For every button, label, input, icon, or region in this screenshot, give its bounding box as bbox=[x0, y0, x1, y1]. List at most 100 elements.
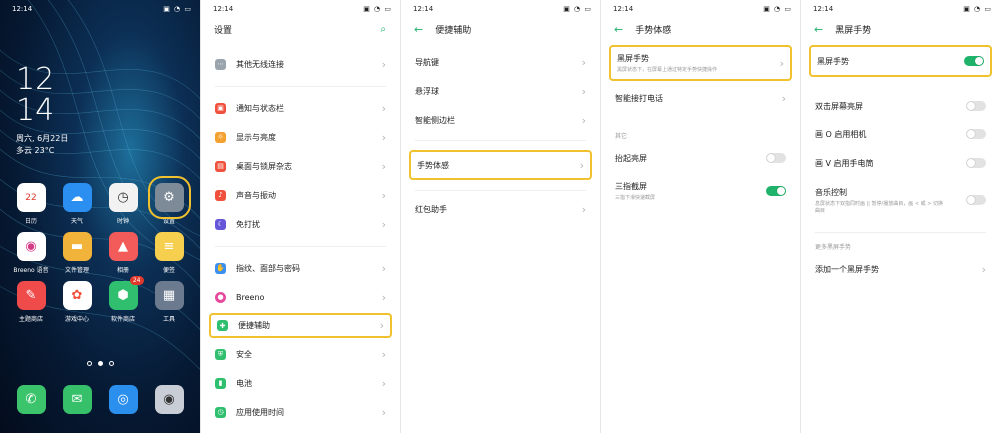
sound-icon: ♪ bbox=[215, 189, 226, 201]
status-time: 12:14 bbox=[413, 5, 434, 13]
assist-item-label: 导航键 bbox=[415, 57, 439, 67]
dock-messages[interactable]: ✉ bbox=[54, 385, 100, 414]
screen-off-main-row[interactable]: 黑屏手势 bbox=[809, 45, 992, 77]
app-store-icon: ⬢ 24 bbox=[108, 276, 144, 310]
toggle-row-double-tap-wake[interactable]: 双击屏幕亮屏 bbox=[809, 96, 992, 116]
status-time: 12:14 bbox=[813, 5, 834, 13]
app-file-manager[interactable]: ▬ 文件管理 bbox=[54, 232, 100, 274]
toggle-row-draw-v-flashlight[interactable]: 画 V 启用手电筒 bbox=[809, 153, 992, 173]
toggle-row-raise-to-wake[interactable]: 抬起亮屏 bbox=[609, 148, 792, 168]
chevron-right-icon: › bbox=[381, 188, 386, 202]
item-sub: 三指下滑快速截屏 bbox=[615, 195, 656, 201]
settings-item-sound[interactable]: ♪ 声音与振动 › bbox=[209, 185, 392, 205]
raise-to-wake-toggle[interactable] bbox=[766, 153, 786, 163]
settings-item-convenient-assist[interactable]: ✚ 便捷辅助 › bbox=[209, 313, 392, 338]
toggle-row-draw-o-camera[interactable]: 画 O 启用相机 bbox=[809, 124, 992, 144]
settings-item-label: 其他无线连接 bbox=[236, 59, 284, 69]
settings-item-fingerprint[interactable]: ✋ 指纹、面部与密码 › bbox=[209, 258, 392, 278]
app-settings[interactable]: ⚙ 设置 bbox=[146, 176, 192, 225]
settings-item-notifications[interactable]: ▣ 通知与状态栏 › bbox=[209, 98, 392, 118]
divider bbox=[215, 246, 386, 247]
settings-item-security[interactable]: ⛨ 安全 › bbox=[209, 344, 392, 364]
app-label: 设置 bbox=[162, 218, 175, 225]
settings-item-label: 显示与亮度 bbox=[236, 132, 276, 142]
settings-item-do-not-disturb[interactable]: ☾ 免打扰 › bbox=[209, 214, 392, 234]
app-tools-folder[interactable]: ▦ 工具 bbox=[146, 281, 192, 323]
search-icon[interactable]: ⌕ bbox=[380, 24, 386, 35]
app-breeno-voice[interactable]: ◉ Breeno 语音 bbox=[8, 232, 54, 274]
chevron-right-icon: › bbox=[381, 159, 386, 173]
screen-off-gestures-panel: 12:14 ▣ ◔ ▭ ← 黑屏手势 黑屏手势 双击屏幕亮屏 画 O 启用相机 … bbox=[800, 0, 1000, 433]
draw-v-flashlight-toggle[interactable] bbox=[966, 158, 986, 168]
assist-item-label: 手势体感 bbox=[417, 160, 449, 170]
back-arrow-icon[interactable]: ← bbox=[814, 23, 823, 36]
gesture-item-smart-call[interactable]: 智能接打电话 › bbox=[609, 88, 792, 108]
toggle-row-three-finger-screenshot[interactable]: 三指截屏 三指下滑快速截屏 bbox=[609, 178, 792, 204]
item-label: 智能接打电话 bbox=[615, 93, 663, 103]
assist-item-smart-sidebar[interactable]: 智能侧边栏 › bbox=[409, 110, 592, 130]
status-time: 12:14 bbox=[12, 5, 33, 13]
app-weather[interactable]: ☁ 天气 bbox=[54, 183, 100, 225]
app-clock[interactable]: ◷ 时钟 bbox=[100, 183, 146, 225]
messages-icon: ✉ bbox=[62, 385, 92, 414]
app-theme-store[interactable]: ✎ 主题商店 bbox=[8, 281, 54, 323]
phone-icon: ✆ bbox=[16, 385, 46, 414]
app-game-center[interactable]: ✿ 游戏中心 bbox=[54, 281, 100, 323]
double-tap-wake-toggle[interactable] bbox=[966, 101, 986, 111]
status-bar: 12:14 ▣ ◔ ▭ bbox=[12, 3, 192, 15]
notification-icon: ▣ bbox=[215, 102, 226, 114]
draw-o-camera-toggle[interactable] bbox=[966, 129, 986, 139]
settings-item-battery[interactable]: ▮ 电池 › bbox=[209, 373, 392, 393]
settings-item-display[interactable]: ☼ 显示与亮度 › bbox=[209, 127, 392, 147]
assist-item-floating-ball[interactable]: 悬浮球 › bbox=[409, 81, 592, 101]
settings-panel: 12:14 ▣ ◔ ▭ 设置 ⌕ ⋯ 其他无线连接 › ▣ 通知与状态栏 › ☼ 显示与亮… bbox=[200, 0, 400, 433]
gesture-item-screen-off[interactable]: 黑屏手势 黑屏状态下，在屏幕上通过特定手势快捷操作 › bbox=[609, 45, 792, 81]
item-label: 双击屏幕亮屏 bbox=[815, 101, 863, 111]
page-title: 手势体感 bbox=[635, 25, 672, 36]
screen-off-gesture-toggle[interactable] bbox=[964, 56, 984, 66]
status-bar: 12:14 ▣ ◔ ▭ bbox=[813, 3, 992, 15]
chevron-right-icon: › bbox=[381, 347, 386, 361]
page-dot bbox=[86, 361, 92, 366]
chevron-right-icon: › bbox=[381, 57, 386, 71]
dock-camera[interactable]: ◉ bbox=[146, 385, 192, 414]
toggle-row-music-control[interactable]: 音乐控制 息屏状态下双指同时画 || 暂停/播放曲目，画 < 或 > 切换曲目 bbox=[809, 182, 992, 218]
do-not-disturb-icon: ☾ bbox=[215, 218, 226, 230]
add-screen-off-gesture[interactable]: 添加一个黑屏手势 › bbox=[809, 259, 992, 279]
home-screen-panel: 12:14 ▣ ◔ ▭ 12 14 周六, 6月22日 多云 23°C 22 日历… bbox=[0, 0, 200, 433]
app-label: 天气 bbox=[70, 218, 83, 225]
item-label: 黑屏手势 bbox=[817, 56, 849, 66]
chevron-right-icon: › bbox=[381, 261, 386, 275]
settings-item-other-connections[interactable]: ⋯ 其他无线连接 › bbox=[209, 54, 392, 74]
music-control-toggle[interactable] bbox=[966, 195, 986, 205]
chevron-right-icon: › bbox=[381, 217, 386, 231]
settings-item-wallpaper[interactable]: ▤ 桌面与锁屏杂志 › bbox=[209, 156, 392, 176]
app-label: 文件管理 bbox=[64, 267, 89, 274]
app-store-glyph: ⬢ bbox=[117, 288, 129, 303]
date-text: 周六, 6月22日 bbox=[16, 134, 69, 143]
app-notes[interactable]: ≡ 便签 bbox=[146, 232, 192, 274]
assist-item-nav-keys[interactable]: 导航键 › bbox=[409, 52, 592, 72]
settings-titlebar: 设置 ⌕ bbox=[201, 18, 400, 40]
three-finger-screenshot-toggle[interactable] bbox=[766, 186, 786, 196]
item-sub: 黑屏状态下，在屏幕上通过特定手势快捷操作 bbox=[617, 67, 718, 73]
dock-browser[interactable]: ◎ bbox=[100, 385, 146, 414]
dock-phone[interactable]: ✆ bbox=[8, 385, 54, 414]
assist-item-red-envelope[interactable]: 红包助手 › bbox=[409, 199, 592, 219]
assist-item-label: 悬浮球 bbox=[415, 86, 439, 96]
assist-item-gestures[interactable]: 手势体感 › bbox=[409, 150, 592, 180]
item-label: 画 V 启用手电筒 bbox=[815, 158, 874, 168]
fingerprint-icon: ✋ bbox=[215, 262, 226, 274]
divider bbox=[815, 232, 986, 233]
weather-text: 多云 23°C bbox=[16, 146, 55, 155]
app-app-store[interactable]: ⬢ 24 软件商店 bbox=[100, 276, 146, 323]
browser-icon: ◎ bbox=[108, 385, 138, 414]
back-arrow-icon[interactable]: ← bbox=[614, 23, 623, 36]
app-label: 相册 bbox=[116, 267, 129, 274]
settings-item-usage-time[interactable]: ◷ 应用使用时间 › bbox=[209, 402, 392, 422]
back-arrow-icon[interactable]: ← bbox=[414, 23, 423, 36]
settings-item-breeno[interactable]: ● Breeno › bbox=[209, 287, 392, 307]
app-calendar[interactable]: 22 日历 bbox=[8, 183, 54, 225]
app-photos[interactable]: ▲ 相册 bbox=[100, 232, 146, 274]
status-bar: 12:14 ▣ ◔ ▭ bbox=[613, 3, 792, 15]
